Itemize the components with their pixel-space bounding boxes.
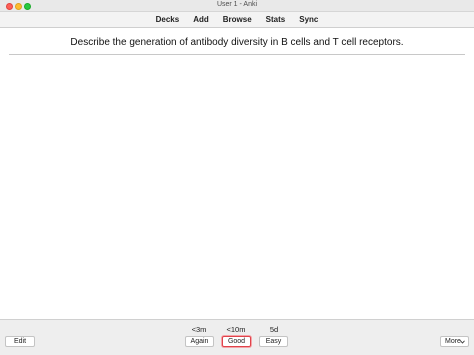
toolbar-add-link[interactable]: Add xyxy=(186,14,216,25)
again-button[interactable]: Again xyxy=(185,336,214,347)
window-title: User 1 - Anki xyxy=(216,1,258,8)
good-button[interactable]: Good xyxy=(222,336,251,347)
toolbar-browse-link[interactable]: Browse xyxy=(216,14,259,25)
easy-button[interactable]: Easy xyxy=(259,336,288,347)
chevron-down-icon xyxy=(460,340,465,344)
card-question: Describe the generation of antibody dive… xyxy=(70,37,404,48)
more-button[interactable]: More xyxy=(440,336,469,347)
title-bar: User 1 - Anki xyxy=(0,0,474,12)
again-interval: <3m xyxy=(191,325,207,334)
card-review-area: Describe the generation of antibody dive… xyxy=(0,29,474,319)
good-interval: <10m xyxy=(226,325,246,334)
main-toolbar: Decks Add Browse Stats Sync xyxy=(0,12,474,28)
toolbar-stats-link[interactable]: Stats xyxy=(259,14,293,25)
more-label: More xyxy=(445,338,461,345)
toolbar-decks-link[interactable]: Decks xyxy=(149,14,187,25)
anki-window: User 1 - Anki Decks Add Browse Stats Syn… xyxy=(0,0,474,355)
edit-button[interactable]: Edit xyxy=(5,336,35,347)
toolbar-sync-link[interactable]: Sync xyxy=(292,14,325,25)
toolbar-links: Decks Add Browse Stats Sync xyxy=(0,14,474,25)
review-bottom-bar: Edit <3m <10m 5d Again Good Easy More xyxy=(0,319,474,355)
question-answer-divider xyxy=(9,54,465,55)
easy-interval: 5d xyxy=(269,325,279,334)
